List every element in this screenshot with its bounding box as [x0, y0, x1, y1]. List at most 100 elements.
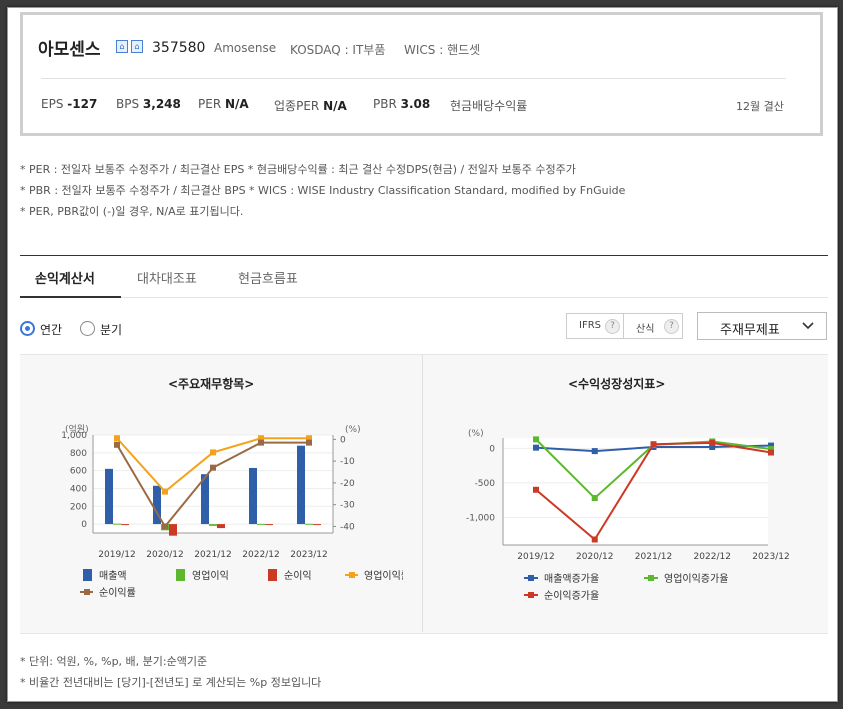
- note-pbr: * PBR : 전일자 보통주 수정주가 / 최근결산 BPS * WICS :…: [20, 184, 626, 197]
- bar-영업이익: [257, 523, 265, 525]
- ifrs-help-icon[interactable]: ?: [605, 319, 620, 334]
- legend-marker-영업이익률: [349, 572, 355, 578]
- point-매출액증가율: [591, 448, 598, 455]
- bps-metric: BPS 3,248: [116, 97, 181, 111]
- bar-순이익: [217, 524, 225, 529]
- note-per: * PER : 전일자 보통주 수정주가 / 최근결산 EPS * 현금배당수익…: [20, 163, 576, 176]
- dividend-yield-label: 현금배당수익률: [450, 99, 528, 113]
- legend-label: 영업이익률: [364, 569, 403, 582]
- x-tick-label: 2022/12: [242, 550, 279, 560]
- quarter-label[interactable]: 분기: [100, 321, 122, 338]
- annual-label[interactable]: 연간: [40, 321, 62, 338]
- quarter-radio[interactable]: [80, 321, 95, 336]
- y-tick-label: 1,000: [61, 431, 87, 441]
- browser-window: 아모센스 ⌂ ⌂ 357580 Amosense KOSDAQ : IT부품 W…: [7, 7, 838, 702]
- eps-value: -127: [67, 97, 98, 111]
- legend-marker-순이익증가율: [528, 592, 534, 598]
- pbr-metric: PBR 3.08: [373, 97, 430, 111]
- formula-label: 산식: [636, 324, 655, 335]
- chart-divider: [422, 354, 423, 632]
- pbr-value: 3.08: [400, 97, 431, 111]
- point-순이익증가율: [533, 486, 539, 493]
- section-top-line: [20, 255, 828, 256]
- x-tick-label: 2022/12: [694, 552, 731, 562]
- note-na: * PER, PBR값이 (-)일 경우, N/A로 표기됩니다.: [20, 205, 244, 218]
- formula-help-icon[interactable]: ?: [664, 319, 679, 334]
- footnote-unit: * 단위: 억원, %, %p, 배, 분기:순액기준: [20, 655, 208, 668]
- bps-value: 3,248: [142, 97, 181, 111]
- legend-marker-매출액증가율: [528, 575, 534, 581]
- point-순이익률: [210, 464, 216, 471]
- pbr-label: PBR: [373, 97, 397, 111]
- stock-code: 357580: [152, 40, 206, 56]
- legend-swatch-순이익: [268, 569, 277, 581]
- legend-label: 매출액: [99, 570, 127, 582]
- legend-label: 영업이익증가율: [664, 572, 728, 585]
- x-tick-label: 2020/12: [146, 550, 183, 560]
- chevron-down-icon: [802, 322, 814, 330]
- tab-income-statement[interactable]: 손익계산서: [35, 268, 95, 287]
- select-value: 주재무제표: [720, 323, 780, 338]
- ir-icon[interactable]: ⌂: [131, 40, 143, 53]
- formula-button[interactable]: 산식 ?: [623, 313, 683, 339]
- x-tick-label: 2020/12: [576, 552, 613, 562]
- statement-type-select[interactable]: 주재무제표: [697, 312, 827, 340]
- growth-indicators-chart: (%) 0 -500 -1,000 2019/12 2020/12 2021/12 2022/…: [466, 429, 790, 602]
- industry-per-label: 업종PER: [274, 99, 320, 113]
- point-순이익증가율: [768, 449, 774, 456]
- bar-순이익: [121, 524, 129, 526]
- per-label: PER: [198, 97, 222, 111]
- y2-tick-label: -10: [340, 457, 355, 467]
- chart1-title: <주요재무항목>: [168, 377, 255, 391]
- bar-영업이익: [209, 524, 217, 526]
- home-icon[interactable]: ⌂: [116, 40, 128, 53]
- point-순이익률: [258, 439, 264, 446]
- legend-swatch-매출액: [83, 569, 92, 581]
- point-영업이익증가율: [591, 495, 598, 502]
- tab-balance-sheet[interactable]: 대차대조표: [137, 268, 197, 287]
- header-divider: [41, 78, 786, 79]
- point-영업이익률: [210, 449, 216, 456]
- bar-순이익: [313, 524, 321, 526]
- y-tick-label: 800: [70, 449, 87, 459]
- bar-매출액: [297, 445, 305, 525]
- industry-per-metric: 업종PER N/A: [274, 97, 347, 114]
- legend-marker-순이익률: [84, 589, 90, 595]
- point-순이익률: [162, 523, 168, 530]
- x-tick-label: 2021/12: [635, 552, 672, 562]
- legend-label: 영업이익: [192, 569, 229, 582]
- x-tick-label: 2019/12: [517, 552, 554, 562]
- legend-label: 순이익률: [99, 587, 136, 599]
- plot-area: [503, 438, 768, 545]
- x-tick-label: 2023/12: [290, 550, 327, 560]
- bps-label: BPS: [116, 97, 140, 111]
- market-sector: KOSDAQ : IT부품: [290, 43, 386, 57]
- eps-metric: EPS -127: [41, 97, 97, 111]
- y-tick-label: 600: [70, 467, 87, 477]
- tab-cash-flow[interactable]: 현금흐름표: [238, 268, 298, 287]
- chart2-title: <수익성장성지표>: [568, 377, 666, 391]
- tab-baseline: [20, 297, 828, 298]
- point-순이익증가율: [709, 439, 716, 446]
- legend-swatch-영업이익: [176, 569, 185, 581]
- point-순이익률: [306, 439, 312, 446]
- y-tick-label: 0: [489, 444, 495, 454]
- point-순이익률: [114, 441, 120, 448]
- x-tick-label: 2021/12: [194, 550, 231, 560]
- point-순이익증가율: [591, 536, 598, 543]
- y-tick-label: 0: [81, 520, 87, 530]
- y2-tick-label: -40: [340, 522, 355, 532]
- eps-label: EPS: [41, 97, 64, 111]
- legend-label: 순이익: [284, 570, 312, 582]
- footnote-ratio: * 비율간 전년대비는 [당기]-[전년도] 로 계산되는 %p 정보입니다: [20, 676, 322, 689]
- y2-tick-label: -20: [340, 479, 355, 489]
- y-tick-label: 400: [70, 484, 87, 494]
- x-tick-label: 2023/12: [752, 552, 789, 562]
- ifrs-button[interactable]: IFRS ?: [566, 313, 624, 339]
- company-name: 아모센스: [38, 40, 101, 60]
- annual-radio[interactable]: [20, 321, 35, 336]
- company-summary-box: [20, 12, 823, 136]
- point-영업이익증가율: [533, 436, 539, 443]
- point-영업이익률: [162, 488, 168, 495]
- x-tick-label: 2019/12: [98, 550, 135, 560]
